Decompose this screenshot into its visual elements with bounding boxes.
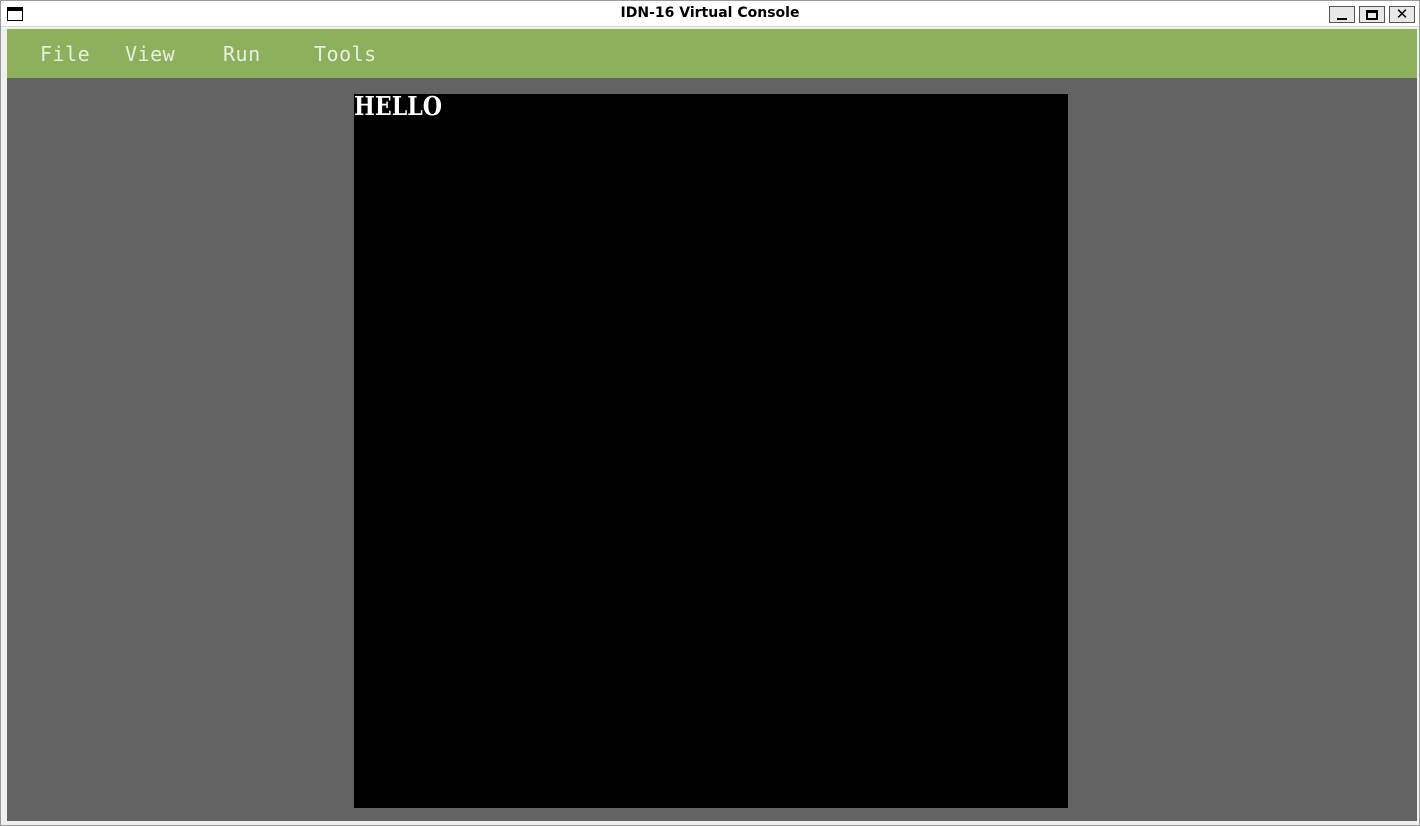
title-bar[interactable]: IDN-16 Virtual Console ✕ [1,1,1419,27]
minimize-button[interactable] [1329,6,1355,23]
client-area: File View Run Tools HELLO [7,29,1417,821]
menu-tools[interactable]: Tools [314,42,377,66]
console-output-text: HELLO [354,92,443,122]
menu-file[interactable]: File [40,42,90,66]
maximize-button[interactable] [1359,6,1385,23]
app-window: IDN-16 Virtual Console ✕ File View Run T… [0,0,1420,826]
minimize-icon [1337,17,1347,20]
menu-bar: File View Run Tools [7,29,1417,78]
close-icon: ✕ [1395,5,1409,23]
console-screen[interactable]: HELLO [354,94,1068,808]
menu-view[interactable]: View [125,42,175,66]
window-title: IDN-16 Virtual Console [620,5,800,21]
menu-run[interactable]: Run [223,42,261,66]
close-button[interactable]: ✕ [1389,6,1415,23]
maximize-icon [1366,9,1378,20]
